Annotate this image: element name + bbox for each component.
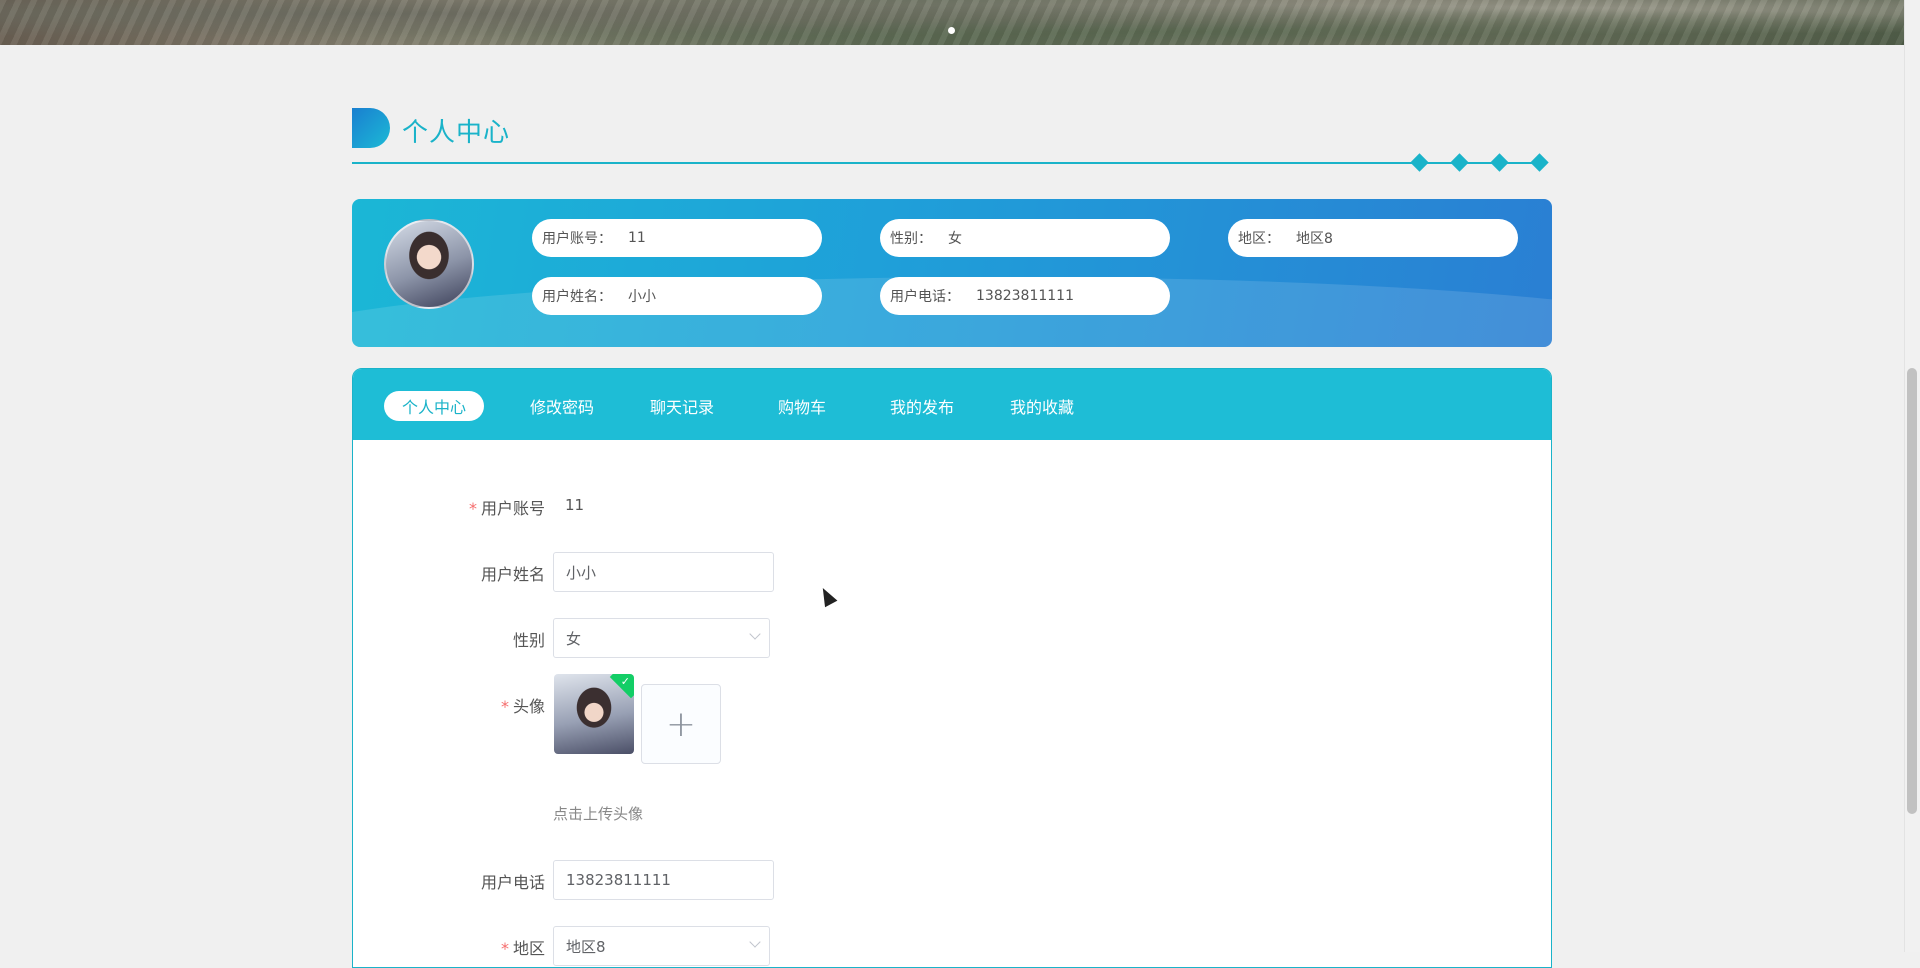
info-phone-value: 13823811111	[976, 288, 1074, 304]
avatar-thumbnail[interactable]: ✓	[554, 674, 634, 754]
info-account-label: 用户账号：	[542, 231, 612, 247]
info-name-value: 小小	[628, 289, 656, 305]
info-phone-label: 用户电话：	[890, 289, 960, 305]
required-mark: *	[500, 939, 509, 958]
page-title: 个人中心	[402, 118, 511, 148]
info-name: 用户姓名： 小小	[532, 277, 822, 315]
tab-personal-center[interactable]: 个人中心	[384, 391, 484, 421]
diamond-icon	[1450, 153, 1469, 172]
upload-hint: 点击上传头像	[553, 805, 644, 823]
required-mark: *	[500, 697, 509, 716]
region-label: * 地区	[500, 939, 545, 958]
info-gender: 性别： 女	[880, 219, 1170, 257]
phone-input[interactable]: 13823811111	[553, 860, 774, 900]
info-account-value: 11	[628, 230, 646, 246]
gender-select[interactable]: 女	[553, 618, 770, 658]
tab-shopping-cart[interactable]: 购物车	[752, 391, 852, 421]
title-divider	[352, 162, 1544, 164]
tab-my-posts[interactable]: 我的发布	[872, 391, 972, 421]
phone-label: 用户电话	[480, 873, 545, 892]
required-mark: *	[468, 499, 477, 518]
page-scrollbar[interactable]	[1904, 0, 1920, 952]
tab-chat-history[interactable]: 聊天记录	[632, 391, 732, 421]
check-icon: ✓	[620, 675, 630, 688]
plus-icon: +	[665, 703, 697, 745]
info-region-value: 地区8	[1296, 231, 1333, 247]
tab-change-password[interactable]: 修改密码	[512, 391, 612, 421]
info-gender-label: 性别：	[890, 231, 932, 247]
chevron-down-icon	[749, 936, 761, 948]
gender-label: 性别	[512, 631, 545, 650]
scrollbar-thumb[interactable]	[1907, 368, 1917, 814]
avatar-upload-button[interactable]: +	[641, 684, 721, 764]
banner-indicator-dot[interactable]	[948, 27, 955, 34]
region-select[interactable]: 地区8	[553, 926, 770, 966]
hero-banner	[0, 0, 1904, 45]
account-value: 11	[565, 496, 585, 514]
profile-panel: 个人中心 修改密码 聊天记录 购物车 我的发布 我的收藏 * 用户账号 11 用户…	[352, 368, 1552, 968]
diamond-icon	[1530, 153, 1549, 172]
diamond-icon	[1490, 153, 1509, 172]
account-label: * 用户账号	[468, 499, 545, 518]
avatar	[384, 219, 474, 309]
region-select-value: 地区8	[566, 937, 606, 956]
gender-select-value: 女	[566, 629, 582, 648]
diamond-icon	[1410, 153, 1429, 172]
info-account: 用户账号： 11	[532, 219, 822, 257]
title-decoration-icon	[352, 108, 390, 148]
section-header: 个人中心	[352, 108, 1552, 172]
info-gender-value: 女	[948, 231, 962, 247]
user-info-card: 用户账号： 11 性别： 女 地区： 地区8 用户姓名： 小小 用户电话： 13…	[352, 199, 1552, 347]
name-label: 用户姓名	[480, 565, 545, 584]
info-name-label: 用户姓名：	[542, 289, 612, 305]
name-input[interactable]: 小小	[553, 552, 774, 592]
info-region-label: 地区：	[1238, 231, 1280, 247]
info-region: 地区： 地区8	[1228, 219, 1518, 257]
tab-bar: 个人中心 修改密码 聊天记录 购物车 我的发布 我的收藏	[353, 369, 1551, 440]
avatar-label: * 头像	[500, 697, 545, 716]
chevron-down-icon	[749, 628, 761, 640]
info-phone: 用户电话： 13823811111	[880, 277, 1170, 315]
tab-my-favorites[interactable]: 我的收藏	[992, 391, 1092, 421]
